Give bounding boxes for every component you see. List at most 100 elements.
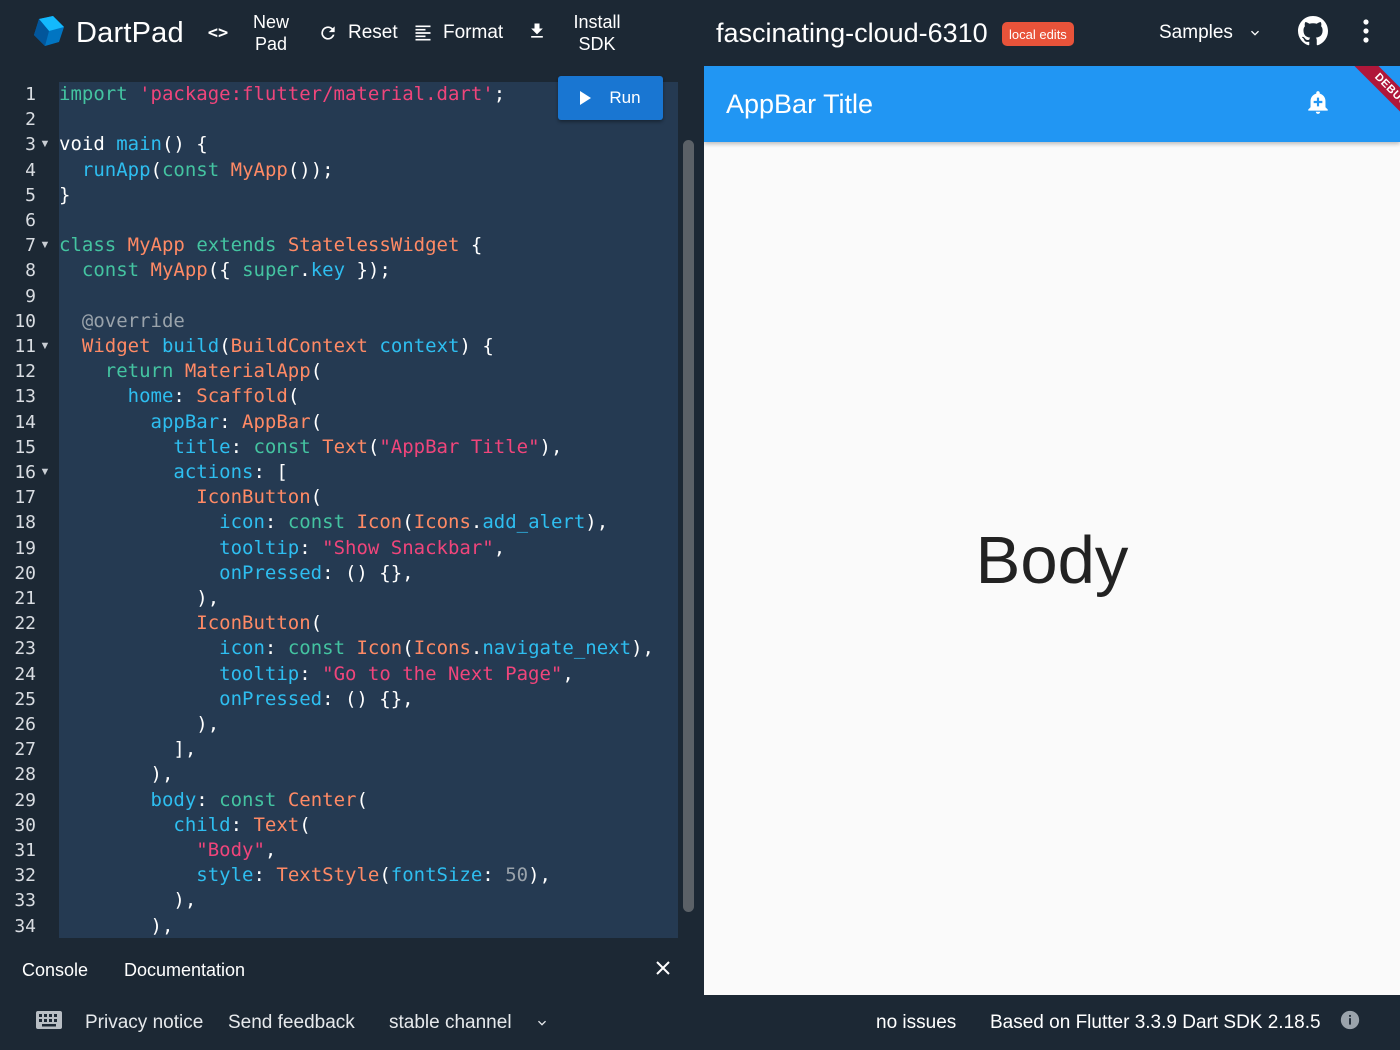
github-icon: [1298, 15, 1328, 51]
code-line: actions: [: [173, 461, 288, 483]
install-sdk-line1: Install: [573, 12, 621, 32]
run-button[interactable]: Run: [558, 76, 663, 120]
code-line: title: const Text("AppBar Title"),: [173, 435, 563, 458]
code-line: IconButton(: [196, 486, 323, 509]
github-button[interactable]: [1297, 15, 1329, 51]
code-brackets-icon: <>: [207, 23, 229, 43]
line-number: 32: [14, 865, 36, 887]
more-vert-icon: [1362, 18, 1370, 49]
info-button[interactable]: [1338, 1010, 1362, 1036]
install-sdk-button[interactable]: Install SDK: [566, 11, 628, 55]
dart-logo-icon: [32, 14, 66, 53]
new-pad-label-line1: New: [252, 12, 289, 32]
code-line: icon: const Icon(Icons.navigate_next),: [219, 637, 654, 660]
appbar-title: AppBar Title: [726, 88, 874, 119]
add-alert-icon: [1305, 88, 1331, 121]
send-feedback-link[interactable]: Send feedback: [228, 1010, 355, 1036]
line-number: 5: [25, 184, 36, 206]
line-number: 22: [14, 613, 36, 635]
code-line: runApp(const MyApp());: [81, 158, 334, 181]
line-number: 34: [14, 915, 36, 937]
code-line: ],: [59, 738, 197, 761]
app-preview[interactable]: AppBar Title DEBUG Body: [704, 66, 1400, 995]
privacy-notice-link[interactable]: Privacy notice: [85, 1010, 203, 1036]
line-number: 30: [14, 814, 36, 836]
code-line: class MyApp extends StatelessWidget {: [59, 234, 483, 257]
line-number: 2: [25, 109, 36, 131]
console-bar: Console Documentation: [0, 946, 696, 995]
reset-button[interactable]: Reset: [318, 19, 398, 47]
format-lines-icon: [413, 23, 433, 43]
line-number: 6: [25, 210, 36, 231]
code-editor[interactable]: 1 import 'package:flutter/material.dart';…: [0, 66, 696, 938]
info-icon: [1339, 1009, 1361, 1037]
more-menu-button[interactable]: [1354, 17, 1378, 49]
code-line: icon: const Icon(Icons.add_alert),: [219, 511, 609, 534]
line-number: 19: [14, 537, 36, 559]
editor-scrollbar[interactable]: [683, 140, 694, 912]
code-line: onPressed: () {},: [219, 561, 414, 584]
fold-arrow-icon[interactable]: ▼: [39, 233, 51, 258]
code-line: return MaterialApp(: [104, 360, 323, 383]
brand[interactable]: DartPad: [32, 14, 184, 52]
code-line: "Body",: [196, 839, 277, 861]
line-number: 20: [14, 562, 36, 584]
line-number: 31: [14, 840, 36, 861]
line-number: 13: [14, 386, 36, 408]
close-icon: [655, 960, 671, 981]
line-number: 21: [14, 588, 36, 609]
samples-label: Samples: [1159, 22, 1233, 43]
line-number: 24: [14, 663, 36, 685]
reset-label: Reset: [348, 22, 398, 43]
line-number: 1: [25, 84, 36, 105]
add-alert-button[interactable]: [1304, 90, 1332, 118]
code-line: onPressed: () {},: [219, 687, 414, 710]
run-label: Run: [609, 88, 641, 107]
issues-status: no issues: [876, 1012, 957, 1033]
code-line: body: const Center(: [150, 788, 368, 811]
chevron-down-icon: [1247, 25, 1263, 41]
tab-documentation[interactable]: Documentation: [124, 958, 245, 983]
channel-dropdown[interactable]: stable channel: [389, 1010, 550, 1036]
chevron-down-icon: [534, 1015, 550, 1031]
keyboard-shortcuts-button[interactable]: [34, 1010, 64, 1036]
line-number: 12: [14, 361, 36, 383]
code-line: tooltip: "Show Snackbar",: [219, 536, 506, 559]
code-line: home: Scaffold(: [127, 385, 300, 408]
pad-title[interactable]: fascinating-cloud-6310: [716, 14, 988, 52]
channel-label: stable channel: [389, 1012, 512, 1033]
fold-arrow-icon[interactable]: ▼: [39, 460, 51, 485]
download-icon: [527, 20, 547, 47]
code-line: ),: [59, 914, 174, 937]
close-panel-button[interactable]: [652, 958, 674, 983]
samples-dropdown[interactable]: Samples: [1159, 19, 1263, 47]
body-text: Body: [975, 523, 1129, 598]
line-number: 3: [25, 134, 36, 156]
code-line: ),: [59, 889, 197, 912]
line-number: 28: [14, 764, 36, 786]
fold-arrow-icon[interactable]: ▼: [39, 132, 51, 157]
code-line: import 'package:flutter/material.dart';: [59, 83, 506, 105]
download-button[interactable]: [525, 19, 549, 47]
keyboard-icon: [35, 1010, 63, 1036]
refresh-icon: [318, 23, 338, 43]
line-number: 9: [25, 285, 36, 307]
new-pad-button[interactable]: New Pad: [249, 11, 293, 55]
sdk-version: Based on Flutter 3.3.9 Dart SDK 2.18.5: [990, 1012, 1321, 1033]
new-pad-label-line2: Pad: [254, 34, 288, 54]
code-line: ),: [59, 587, 220, 609]
line-number: 33: [14, 890, 36, 912]
code-toggle-button[interactable]: <>: [205, 20, 231, 46]
line-number: 29: [14, 789, 36, 811]
line-number: 16: [14, 462, 36, 483]
top-bar: DartPad <> New Pad Reset Format Install …: [0, 0, 1400, 66]
code-line: }: [59, 183, 71, 206]
line-number: 10: [14, 310, 36, 332]
fold-arrow-icon[interactable]: ▼: [39, 334, 51, 359]
line-number: 26: [14, 714, 36, 735]
line-number: 17: [14, 487, 36, 509]
line-number: 15: [14, 436, 36, 458]
format-button[interactable]: Format: [413, 19, 503, 47]
line-number: 18: [14, 512, 36, 534]
tab-console[interactable]: Console: [22, 958, 88, 983]
